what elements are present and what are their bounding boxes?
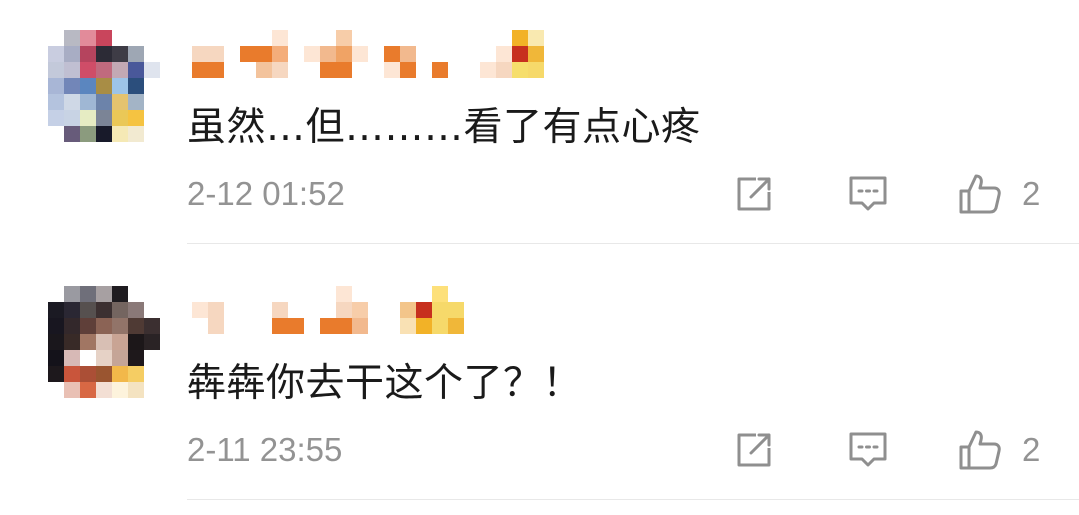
share-button[interactable] [732,428,776,472]
like-count: 2 [1022,431,1041,468]
comment-icon [849,432,887,467]
username[interactable] [192,286,464,334]
reply-button[interactable] [846,428,890,472]
comment-timestamp: 2-11 23:55 [187,431,343,468]
avatar[interactable] [48,286,160,398]
comment-list: 虽然…但………看了有点心疼 2-12 01:52 2 犇犇你去干这个了？！ 2-… [0,0,1079,515]
comment-item: 犇犇你去干这个了？！ 2-11 23:55 2 [0,0,1079,500]
divider [187,499,1079,500]
like-button[interactable] [958,428,1002,472]
thumbs-up-icon [959,430,1001,470]
comment-text: 犇犇你去干这个了？！ [187,361,583,406]
share-icon [737,433,771,467]
